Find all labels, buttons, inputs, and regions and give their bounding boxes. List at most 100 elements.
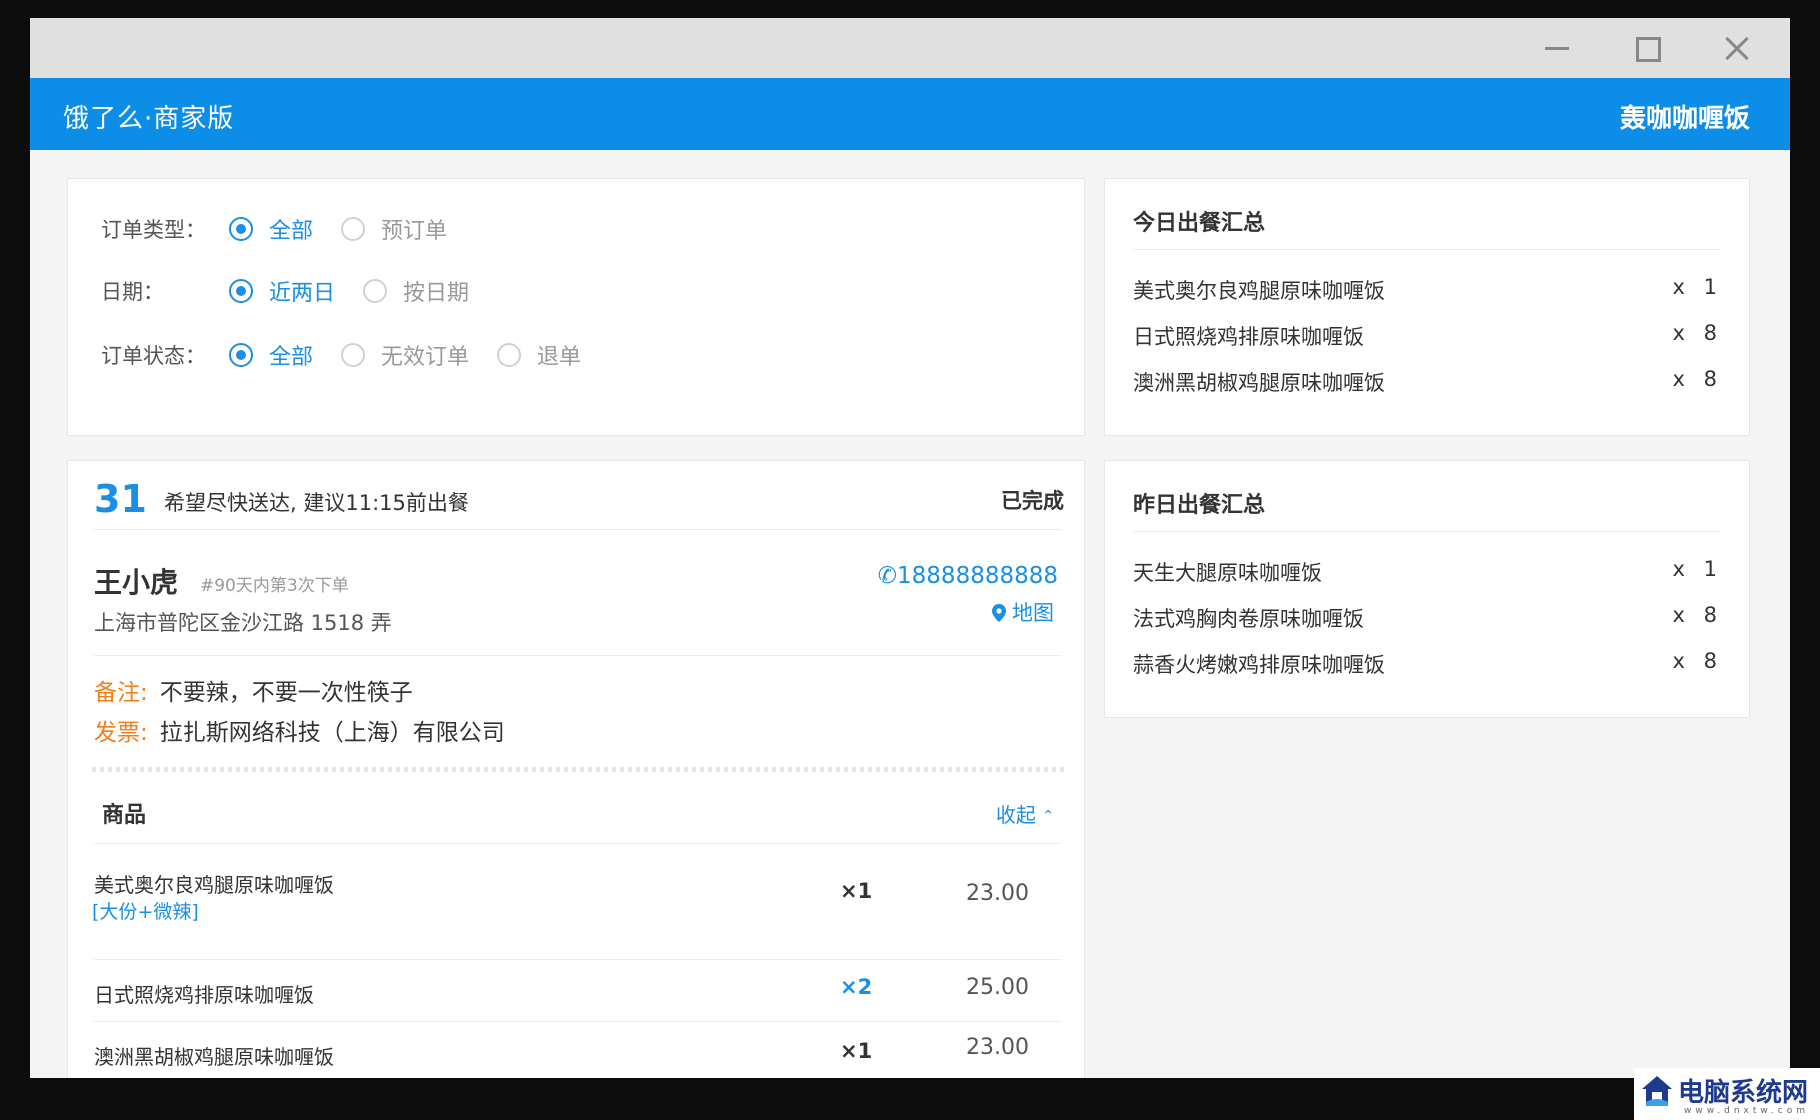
customer-phone: 18888888888 [897, 563, 1058, 589]
summary-item-qty: x 8 [1672, 321, 1723, 345]
collapse-goods-button[interactable]: 收起 ⌃ [996, 799, 1054, 828]
customer-name: 王小虎 [94, 566, 179, 599]
summary-item: 蒜香火烤嫩鸡排原味咖喱饭 x 8 [1133, 649, 1723, 681]
customer-address: 上海市普陀区金沙江路 1518 弄 [94, 611, 392, 635]
title-bar[interactable] [30, 18, 1790, 78]
divider [1133, 531, 1721, 532]
summary-item-name: 澳洲黑胡椒鸡腿原味咖喱饭 [1133, 371, 1385, 395]
divider [94, 959, 1062, 960]
summary-item: 澳洲黑胡椒鸡腿原味咖喱饭 x 8 [1133, 367, 1723, 399]
summary-item-name: 美式奥尔良鸡腿原味咖喱饭 [1133, 279, 1385, 303]
summary-item-qty: x 8 [1672, 603, 1723, 627]
map-pin-icon [992, 604, 1006, 622]
goods-name: 澳洲黑胡椒鸡腿原味咖喱饭 [94, 1045, 334, 1069]
remark-label: 备注: [94, 680, 148, 706]
radio-status-refund[interactable]: 退单 [497, 339, 581, 371]
shop-name[interactable]: 轰咖咖喱饭 [1620, 98, 1750, 135]
radio-status-invalid[interactable]: 无效订单 [341, 339, 469, 371]
summary-item-name: 蒜香火烤嫩鸡排原味咖喱饭 [1133, 653, 1385, 677]
summary-item-name: 法式鸡胸肉卷原味咖喱饭 [1133, 607, 1364, 631]
app-header: 饿了么·商家版 轰咖咖喱饭 [30, 78, 1790, 150]
phone-icon: ✆ [877, 563, 898, 589]
order-remark: 备注: 不要辣，不要一次性筷子 [94, 673, 413, 707]
delivery-hint: 希望尽快送达, 建议11:15前出餐 [164, 491, 469, 515]
order-status: 已完成 [1001, 489, 1064, 513]
radio-unchecked-icon [341, 217, 366, 241]
radio-label: 按日期 [403, 281, 470, 306]
summary-item-name: 日式照烧鸡排原味咖喱饭 [1133, 325, 1364, 349]
app-window: 饿了么·商家版 轰咖咖喱饭 订单类型： 全部 预订单 日期： 近两日 按日期 订… [30, 18, 1790, 1078]
radio-unchecked-icon [363, 279, 388, 303]
minimize-icon[interactable] [1537, 28, 1577, 68]
radio-label: 全部 [269, 345, 314, 370]
radio-label: 无效订单 [381, 345, 470, 370]
radio-order-type-preorder[interactable]: 预订单 [341, 213, 447, 245]
divider [94, 843, 1062, 844]
radio-label: 预订单 [381, 219, 448, 244]
yesterday-summary-title: 昨日出餐汇总 [1133, 493, 1266, 518]
radio-label: 退单 [537, 345, 582, 370]
divider [94, 1021, 1062, 1022]
filter-order-status: 订单状态： 全部 无效订单 退单 [101, 337, 609, 373]
invoice-value: 拉扎斯网络科技（上海）有限公司 [159, 720, 505, 746]
radio-label: 近两日 [269, 281, 336, 306]
maximize-icon[interactable] [1627, 28, 1667, 68]
remark-value: 不要辣，不要一次性筷子 [159, 680, 413, 706]
goods-qty: ×1 [840, 879, 873, 903]
radio-status-all[interactable]: 全部 [229, 339, 313, 371]
today-summary-title: 今日出餐汇总 [1133, 211, 1266, 236]
watermark-text: 电脑系统网 [1678, 1078, 1809, 1108]
radio-label: 全部 [269, 219, 314, 244]
map-link[interactable]: 地图 [992, 597, 1054, 627]
radio-order-type-all[interactable]: 全部 [229, 213, 313, 245]
summary-item-qty: x 8 [1672, 649, 1723, 673]
goods-row: 日式照烧鸡排原味咖喱饭 ×2 25.00 [94, 965, 1062, 1021]
summary-item: 法式鸡胸肉卷原味咖喱饭 x 8 [1133, 603, 1723, 635]
radio-checked-icon [229, 279, 253, 303]
radio-date-recent[interactable]: 近两日 [229, 275, 335, 307]
customer-order-count: #90天内第3次下单 [200, 576, 349, 596]
watermark: 电脑系统网 www.dnxtw.com [1634, 1068, 1820, 1120]
radio-unchecked-icon [341, 343, 366, 367]
app-brand: 饿了么·商家版 [63, 104, 235, 134]
goods-name: 美式奥尔良鸡腿原味咖喱饭 [94, 873, 334, 897]
summary-item-qty: x 1 [1672, 557, 1723, 581]
invoice-label: 发票: [94, 720, 148, 746]
goods-qty: ×2 [840, 975, 873, 999]
order-invoice: 发票: 拉扎斯网络科技（上海）有限公司 [94, 713, 505, 747]
filter-order-type-label: 订单类型： [101, 218, 206, 242]
divider [94, 529, 1062, 530]
close-icon[interactable] [1717, 28, 1757, 68]
summary-item-name: 天生大腿原味咖喱饭 [1133, 561, 1322, 585]
map-label: 地图 [1012, 601, 1054, 625]
divider [1133, 249, 1721, 250]
radio-checked-icon [229, 343, 253, 367]
summary-item-qty: x 1 [1672, 275, 1723, 299]
radio-checked-icon [229, 217, 253, 241]
goods-spec: [大份+微辣] [92, 901, 199, 923]
yesterday-summary-panel: 昨日出餐汇总 天生大腿原味咖喱饭 x 1 法式鸡胸肉卷原味咖喱饭 x 8 蒜香火… [1104, 460, 1750, 718]
summary-item: 日式照烧鸡排原味咖喱饭 x 8 [1133, 321, 1723, 353]
summary-item: 天生大腿原味咖喱饭 x 1 [1133, 557, 1723, 589]
order-card: 31 希望尽快送达, 建议11:15前出餐 已完成 王小虎 #90天内第3次下单… [67, 460, 1085, 1078]
goods-row: 美式奥尔良鸡腿原味咖喱饭 [大份+微辣] ×1 23.00 [92, 869, 1062, 947]
filter-order-status-label: 订单状态： [101, 344, 206, 368]
house-logo-icon [1642, 1076, 1672, 1106]
order-number: 31 [94, 477, 147, 521]
customer-phone-link[interactable]: ✆18888888888 [878, 563, 1058, 589]
filter-order-type: 订单类型： 全部 预订单 [101, 211, 475, 247]
radio-unchecked-icon [497, 343, 522, 367]
goods-price: 23.00 [966, 881, 1029, 906]
summary-item-qty: x 8 [1672, 367, 1723, 391]
filter-date: 日期： 近两日 按日期 [101, 273, 497, 309]
radio-date-by-date[interactable]: 按日期 [363, 275, 469, 307]
dashed-divider [92, 767, 1064, 772]
divider [94, 655, 1062, 656]
summary-item: 美式奥尔良鸡腿原味咖喱饭 x 1 [1133, 275, 1723, 307]
goods-name: 日式照烧鸡排原味咖喱饭 [94, 983, 314, 1007]
collapse-label: 收起 [995, 803, 1036, 827]
goods-title: 商品 [102, 803, 147, 828]
goods-price: 23.00 [966, 1035, 1029, 1060]
goods-row: 澳洲黑胡椒鸡腿原味咖喱饭 ×1 23.00 [94, 1027, 1062, 1078]
watermark-url: www.dnxtw.com [1684, 1106, 1810, 1116]
